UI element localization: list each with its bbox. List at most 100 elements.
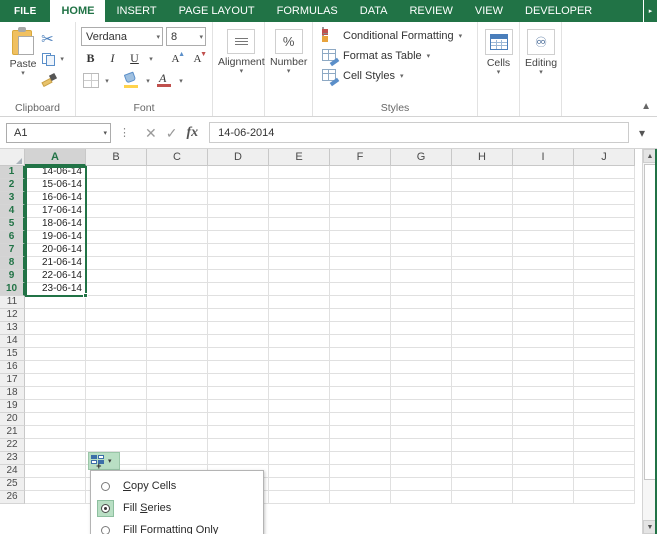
column-header-I[interactable]: I bbox=[513, 149, 574, 166]
cell-B21[interactable] bbox=[86, 426, 147, 439]
cell-G6[interactable] bbox=[391, 231, 452, 244]
editing-chevron-down-icon[interactable]: ▾ bbox=[539, 69, 543, 76]
cell-C1[interactable] bbox=[147, 166, 208, 179]
cell-C17[interactable] bbox=[147, 374, 208, 387]
autofill-chevron-down-icon[interactable]: ▾ bbox=[108, 457, 112, 465]
cell-C15[interactable] bbox=[147, 348, 208, 361]
cell-D5[interactable] bbox=[208, 218, 269, 231]
cell-E2[interactable] bbox=[269, 179, 330, 192]
cell-G21[interactable] bbox=[391, 426, 452, 439]
tab-review[interactable]: REVIEW bbox=[398, 0, 463, 22]
name-box-chevron-down-icon[interactable]: ▾ bbox=[103, 129, 107, 137]
cell-A25[interactable] bbox=[25, 478, 86, 491]
cell-I2[interactable] bbox=[513, 179, 574, 192]
cell-I21[interactable] bbox=[513, 426, 574, 439]
cell-F20[interactable] bbox=[330, 413, 391, 426]
cell-C2[interactable] bbox=[147, 179, 208, 192]
cell-B14[interactable] bbox=[86, 335, 147, 348]
cell-F3[interactable] bbox=[330, 192, 391, 205]
cell-J18[interactable] bbox=[574, 387, 635, 400]
row-header-20[interactable]: 20 bbox=[0, 413, 25, 426]
cell-E22[interactable] bbox=[269, 439, 330, 452]
cell-I6[interactable] bbox=[513, 231, 574, 244]
tab-formulas[interactable]: FORMULAS bbox=[266, 0, 349, 22]
cell-F9[interactable] bbox=[330, 270, 391, 283]
cell-I15[interactable] bbox=[513, 348, 574, 361]
cell-A16[interactable] bbox=[25, 361, 86, 374]
cell-E10[interactable] bbox=[269, 283, 330, 296]
cell-H17[interactable] bbox=[452, 374, 513, 387]
cell-D13[interactable] bbox=[208, 322, 269, 335]
copy-chevron-down-icon[interactable]: ▾ bbox=[58, 55, 66, 63]
cell-B15[interactable] bbox=[86, 348, 147, 361]
cell-J13[interactable] bbox=[574, 322, 635, 335]
row-header-13[interactable]: 13 bbox=[0, 322, 25, 335]
cell-I25[interactable] bbox=[513, 478, 574, 491]
cell-I13[interactable] bbox=[513, 322, 574, 335]
font-size-combo[interactable]: 8 ▾ bbox=[166, 27, 206, 46]
autofill-option-copy-cells[interactable]: Copy Cells bbox=[91, 475, 263, 497]
cell-B10[interactable] bbox=[86, 283, 147, 296]
cell-G2[interactable] bbox=[391, 179, 452, 192]
borders-chevron-down-icon[interactable]: ▾ bbox=[103, 77, 111, 85]
tab-insert[interactable]: INSERT bbox=[105, 0, 167, 22]
cell-J25[interactable] bbox=[574, 478, 635, 491]
cell-B16[interactable] bbox=[86, 361, 147, 374]
cell-G24[interactable] bbox=[391, 465, 452, 478]
cell-F18[interactable] bbox=[330, 387, 391, 400]
cell-J14[interactable] bbox=[574, 335, 635, 348]
format-as-table-chevron-down-icon[interactable]: ▾ bbox=[427, 52, 431, 60]
cell-J20[interactable] bbox=[574, 413, 635, 426]
cell-F6[interactable] bbox=[330, 231, 391, 244]
row-header-14[interactable]: 14 bbox=[0, 335, 25, 348]
row-header-1[interactable]: 1 bbox=[0, 166, 25, 179]
cell-C21[interactable] bbox=[147, 426, 208, 439]
cell-styles-chevron-down-icon[interactable]: ▾ bbox=[400, 72, 404, 80]
cell-A15[interactable] bbox=[25, 348, 86, 361]
cell-I7[interactable] bbox=[513, 244, 574, 257]
cell-I23[interactable] bbox=[513, 452, 574, 465]
cell-F15[interactable] bbox=[330, 348, 391, 361]
cell-D3[interactable] bbox=[208, 192, 269, 205]
column-header-E[interactable]: E bbox=[269, 149, 330, 166]
cell-J10[interactable] bbox=[574, 283, 635, 296]
formula-bar-expand-chevron-down-icon[interactable]: ▾ bbox=[633, 126, 651, 140]
cell-G4[interactable] bbox=[391, 205, 452, 218]
cell-E23[interactable] bbox=[269, 452, 330, 465]
cell-H19[interactable] bbox=[452, 400, 513, 413]
cell-I8[interactable] bbox=[513, 257, 574, 270]
cell-C7[interactable] bbox=[147, 244, 208, 257]
cell-F13[interactable] bbox=[330, 322, 391, 335]
cell-C5[interactable] bbox=[147, 218, 208, 231]
cell-H2[interactable] bbox=[452, 179, 513, 192]
cell-I24[interactable] bbox=[513, 465, 574, 478]
cell-A20[interactable] bbox=[25, 413, 86, 426]
cell-J12[interactable] bbox=[574, 309, 635, 322]
cell-A3[interactable]: 16-06-14 bbox=[25, 192, 86, 205]
number-button[interactable]: % Number ▾ bbox=[270, 25, 307, 101]
cell-G15[interactable] bbox=[391, 348, 452, 361]
row-header-3[interactable]: 3 bbox=[0, 192, 25, 205]
cell-D19[interactable] bbox=[208, 400, 269, 413]
cell-J15[interactable] bbox=[574, 348, 635, 361]
cell-A12[interactable] bbox=[25, 309, 86, 322]
cell-B12[interactable] bbox=[86, 309, 147, 322]
cell-F21[interactable] bbox=[330, 426, 391, 439]
format-painter-button[interactable] bbox=[41, 70, 70, 87]
cell-F2[interactable] bbox=[330, 179, 391, 192]
row-header-16[interactable]: 16 bbox=[0, 361, 25, 374]
row-header-2[interactable]: 2 bbox=[0, 179, 25, 192]
cell-J9[interactable] bbox=[574, 270, 635, 283]
cell-J4[interactable] bbox=[574, 205, 635, 218]
column-header-G[interactable]: G bbox=[391, 149, 452, 166]
cell-F24[interactable] bbox=[330, 465, 391, 478]
cell-D20[interactable] bbox=[208, 413, 269, 426]
cell-D4[interactable] bbox=[208, 205, 269, 218]
alignment-button[interactable]: Alignment ▾ bbox=[218, 25, 265, 101]
cell-H11[interactable] bbox=[452, 296, 513, 309]
row-header-11[interactable]: 11 bbox=[0, 296, 25, 309]
cell-B5[interactable] bbox=[86, 218, 147, 231]
row-header-12[interactable]: 12 bbox=[0, 309, 25, 322]
cell-G25[interactable] bbox=[391, 478, 452, 491]
cell-I17[interactable] bbox=[513, 374, 574, 387]
